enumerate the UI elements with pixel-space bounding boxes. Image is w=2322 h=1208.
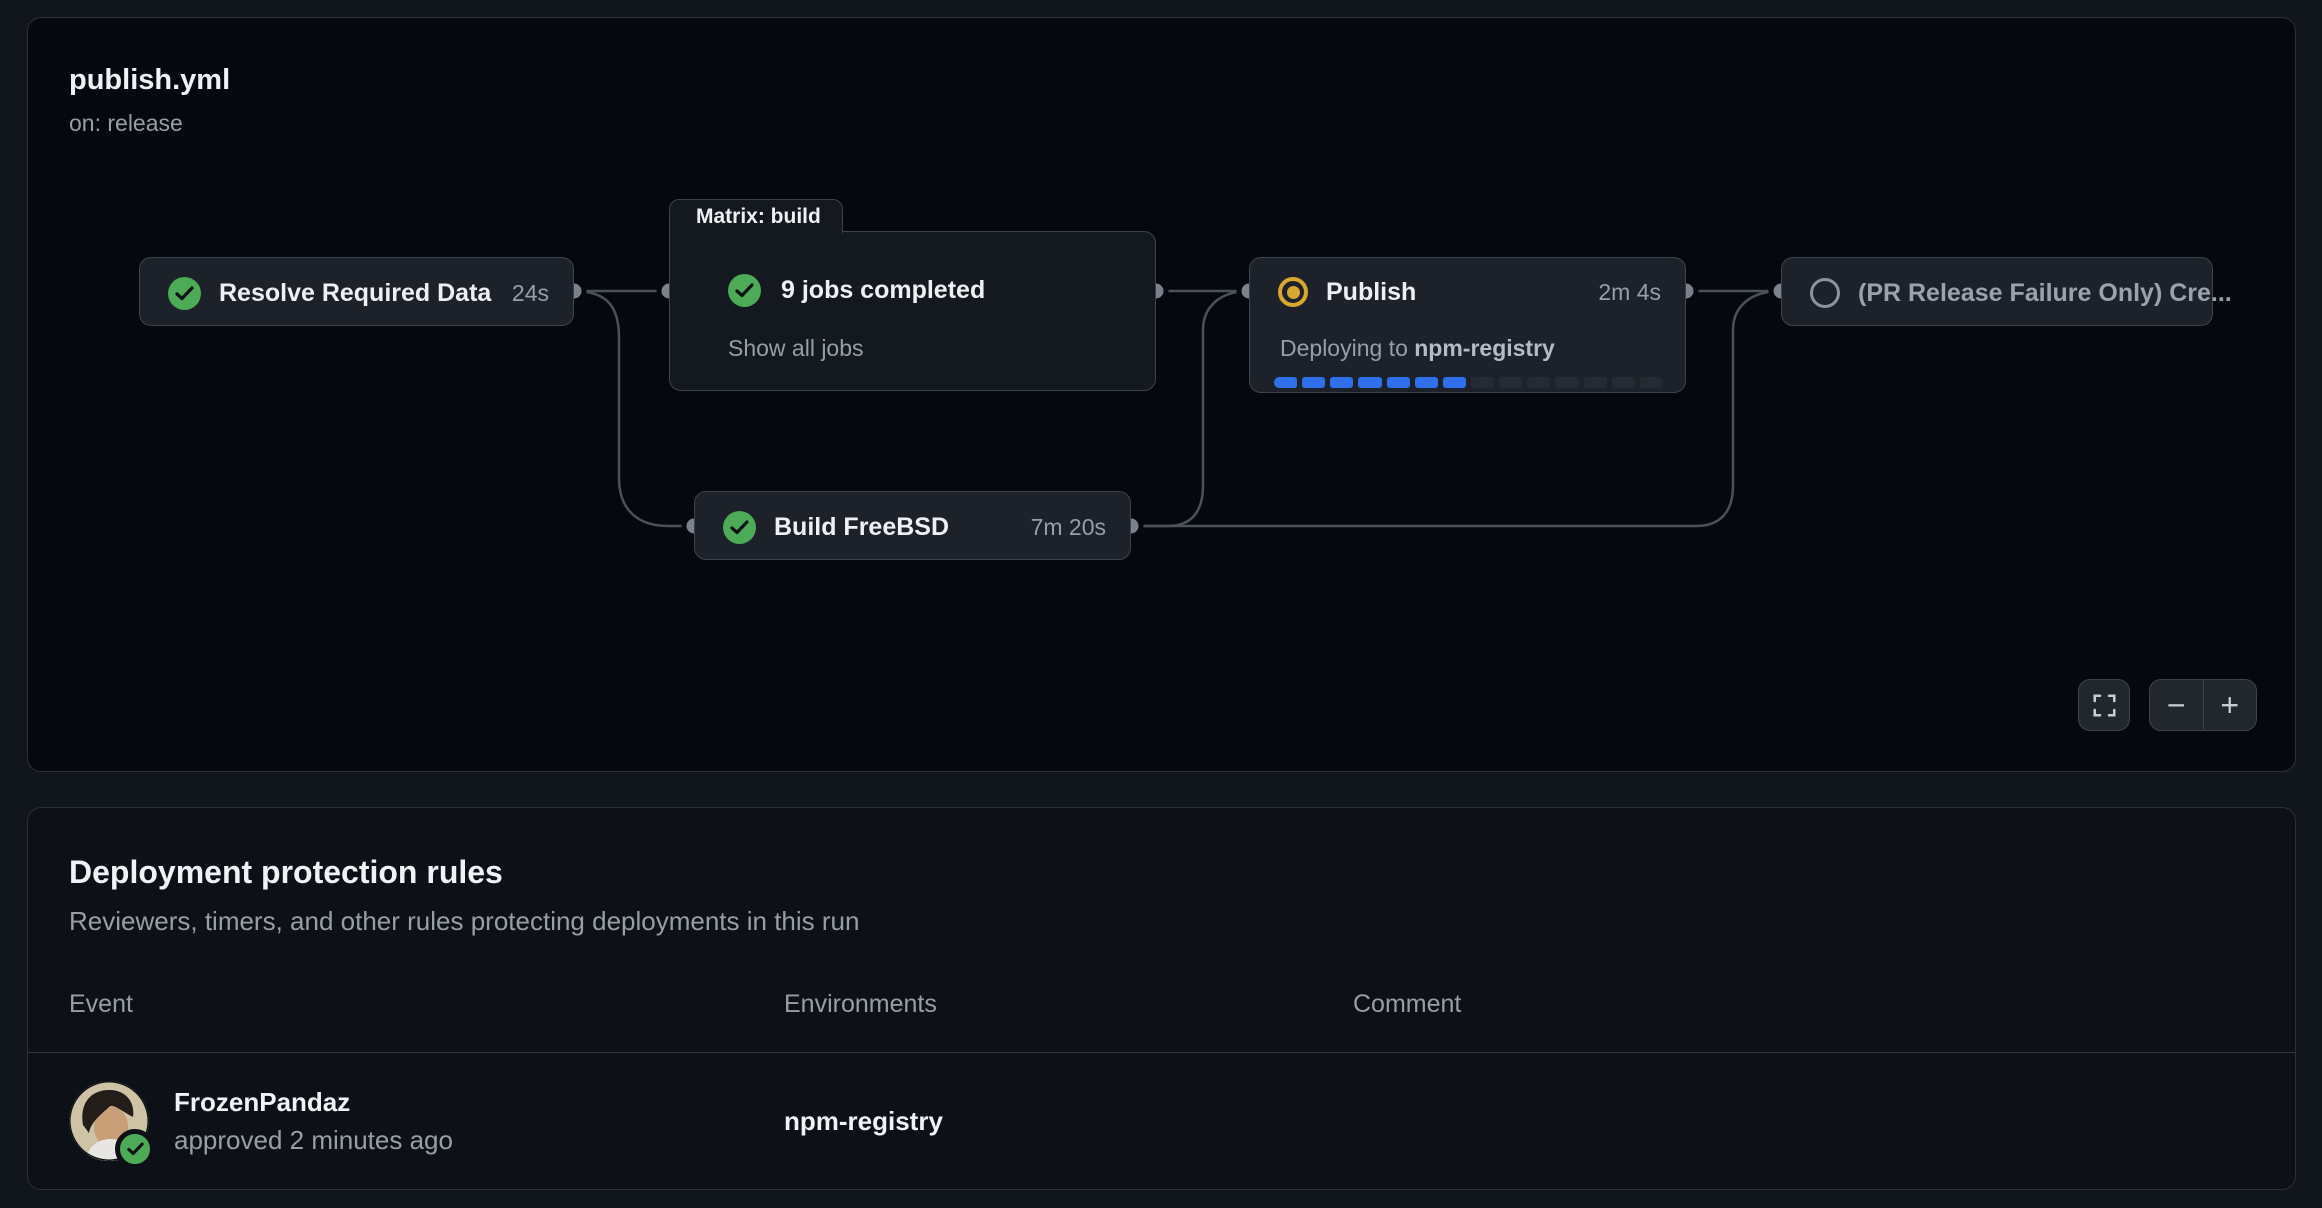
fullscreen-button[interactable]: [2078, 679, 2130, 731]
progress-segment: [1584, 377, 1607, 388]
matrix-summary: 9 jobs completed: [781, 276, 985, 305]
job-group-matrix-build[interactable]: 9 jobs completed Show all jobs: [669, 231, 1156, 391]
progress-segment: [1387, 377, 1410, 388]
workflow-file-name: publish.yml: [69, 64, 230, 97]
deploy-prefix: Deploying to: [1280, 335, 1408, 361]
job-node-publish[interactable]: Publish 2m 4s Deploying to npm-registry: [1249, 257, 1686, 393]
success-check-icon: [723, 511, 756, 544]
approval-status-text: approved 2 minutes ago: [174, 1125, 453, 1156]
job-duration: 2m 4s: [1598, 279, 1661, 306]
job-node-pr-release-failure[interactable]: (PR Release Failure Only) Cre...: [1781, 257, 2213, 326]
progress-segment: [1612, 377, 1635, 388]
progress-segment: [1555, 377, 1578, 388]
matrix-tab-seam: [672, 230, 840, 234]
environment-name: npm-registry: [784, 1106, 1353, 1137]
column-header-environments: Environments: [784, 990, 1353, 1019]
progress-segment: [1499, 377, 1522, 388]
progress-segment: [1330, 377, 1353, 388]
avatar-wrap: [69, 1081, 149, 1161]
show-all-jobs-link[interactable]: Show all jobs: [728, 335, 864, 362]
deploy-target: npm-registry: [1414, 335, 1555, 361]
success-check-icon: [728, 274, 761, 307]
job-label: (PR Release Failure Only) Cre...: [1858, 279, 2232, 308]
rules-title: Deployment protection rules: [69, 854, 503, 891]
matrix-group-label: Matrix: build: [696, 205, 821, 229]
progress-segment: [1415, 377, 1438, 388]
job-duration: 24s: [512, 280, 549, 307]
rules-table-row: FrozenPandaz approved 2 minutes ago npm-…: [28, 1052, 2295, 1189]
deployment-protection-rules-panel: Deployment protection rules Reviewers, t…: [27, 807, 2296, 1190]
progress-segment: [1358, 377, 1381, 388]
progress-segment: [1302, 377, 1325, 388]
job-label: Resolve Required Data: [219, 279, 491, 308]
success-check-icon: [168, 277, 201, 310]
deploy-status-line: Deploying to npm-registry: [1280, 335, 1555, 362]
approved-check-badge-icon: [115, 1129, 155, 1169]
zoom-out-button[interactable]: −: [2150, 680, 2204, 730]
event-cell: FrozenPandaz approved 2 minutes ago: [69, 1081, 784, 1161]
workflow-graph-panel: publish.yml on: release Resolve Required…: [27, 17, 2296, 772]
job-duration: 7m 20s: [1031, 514, 1106, 541]
progress-segment: [1274, 377, 1297, 388]
column-header-comment: Comment: [1353, 990, 2254, 1019]
job-node-resolve-required-data[interactable]: Resolve Required Data 24s: [139, 257, 574, 326]
fullscreen-icon: [2091, 692, 2118, 719]
graph-edges: [28, 18, 2297, 773]
job-label: Publish: [1326, 278, 1416, 307]
rules-table-header: Event Environments Comment: [28, 976, 2295, 1032]
in-progress-icon: [1278, 277, 1308, 307]
pending-circle-icon: [1810, 278, 1840, 308]
progress-segment: [1640, 377, 1663, 388]
job-label: Build FreeBSD: [774, 513, 949, 542]
workflow-trigger: on: release: [69, 110, 183, 137]
approver-username: FrozenPandaz: [174, 1087, 453, 1118]
column-header-event: Event: [69, 990, 784, 1019]
rules-subtitle: Reviewers, timers, and other rules prote…: [69, 906, 859, 937]
progress-segment: [1443, 377, 1466, 388]
progress-segment: [1527, 377, 1550, 388]
zoom-in-button[interactable]: +: [2204, 680, 2257, 730]
zoom-button-group: − +: [2149, 679, 2257, 731]
progress-segment: [1471, 377, 1494, 388]
event-text: FrozenPandaz approved 2 minutes ago: [174, 1087, 453, 1156]
job-node-build-freebsd[interactable]: Build FreeBSD 7m 20s: [694, 491, 1131, 560]
matrix-group-tab: Matrix: build: [669, 199, 843, 233]
publish-progress-bar: [1274, 377, 1663, 388]
